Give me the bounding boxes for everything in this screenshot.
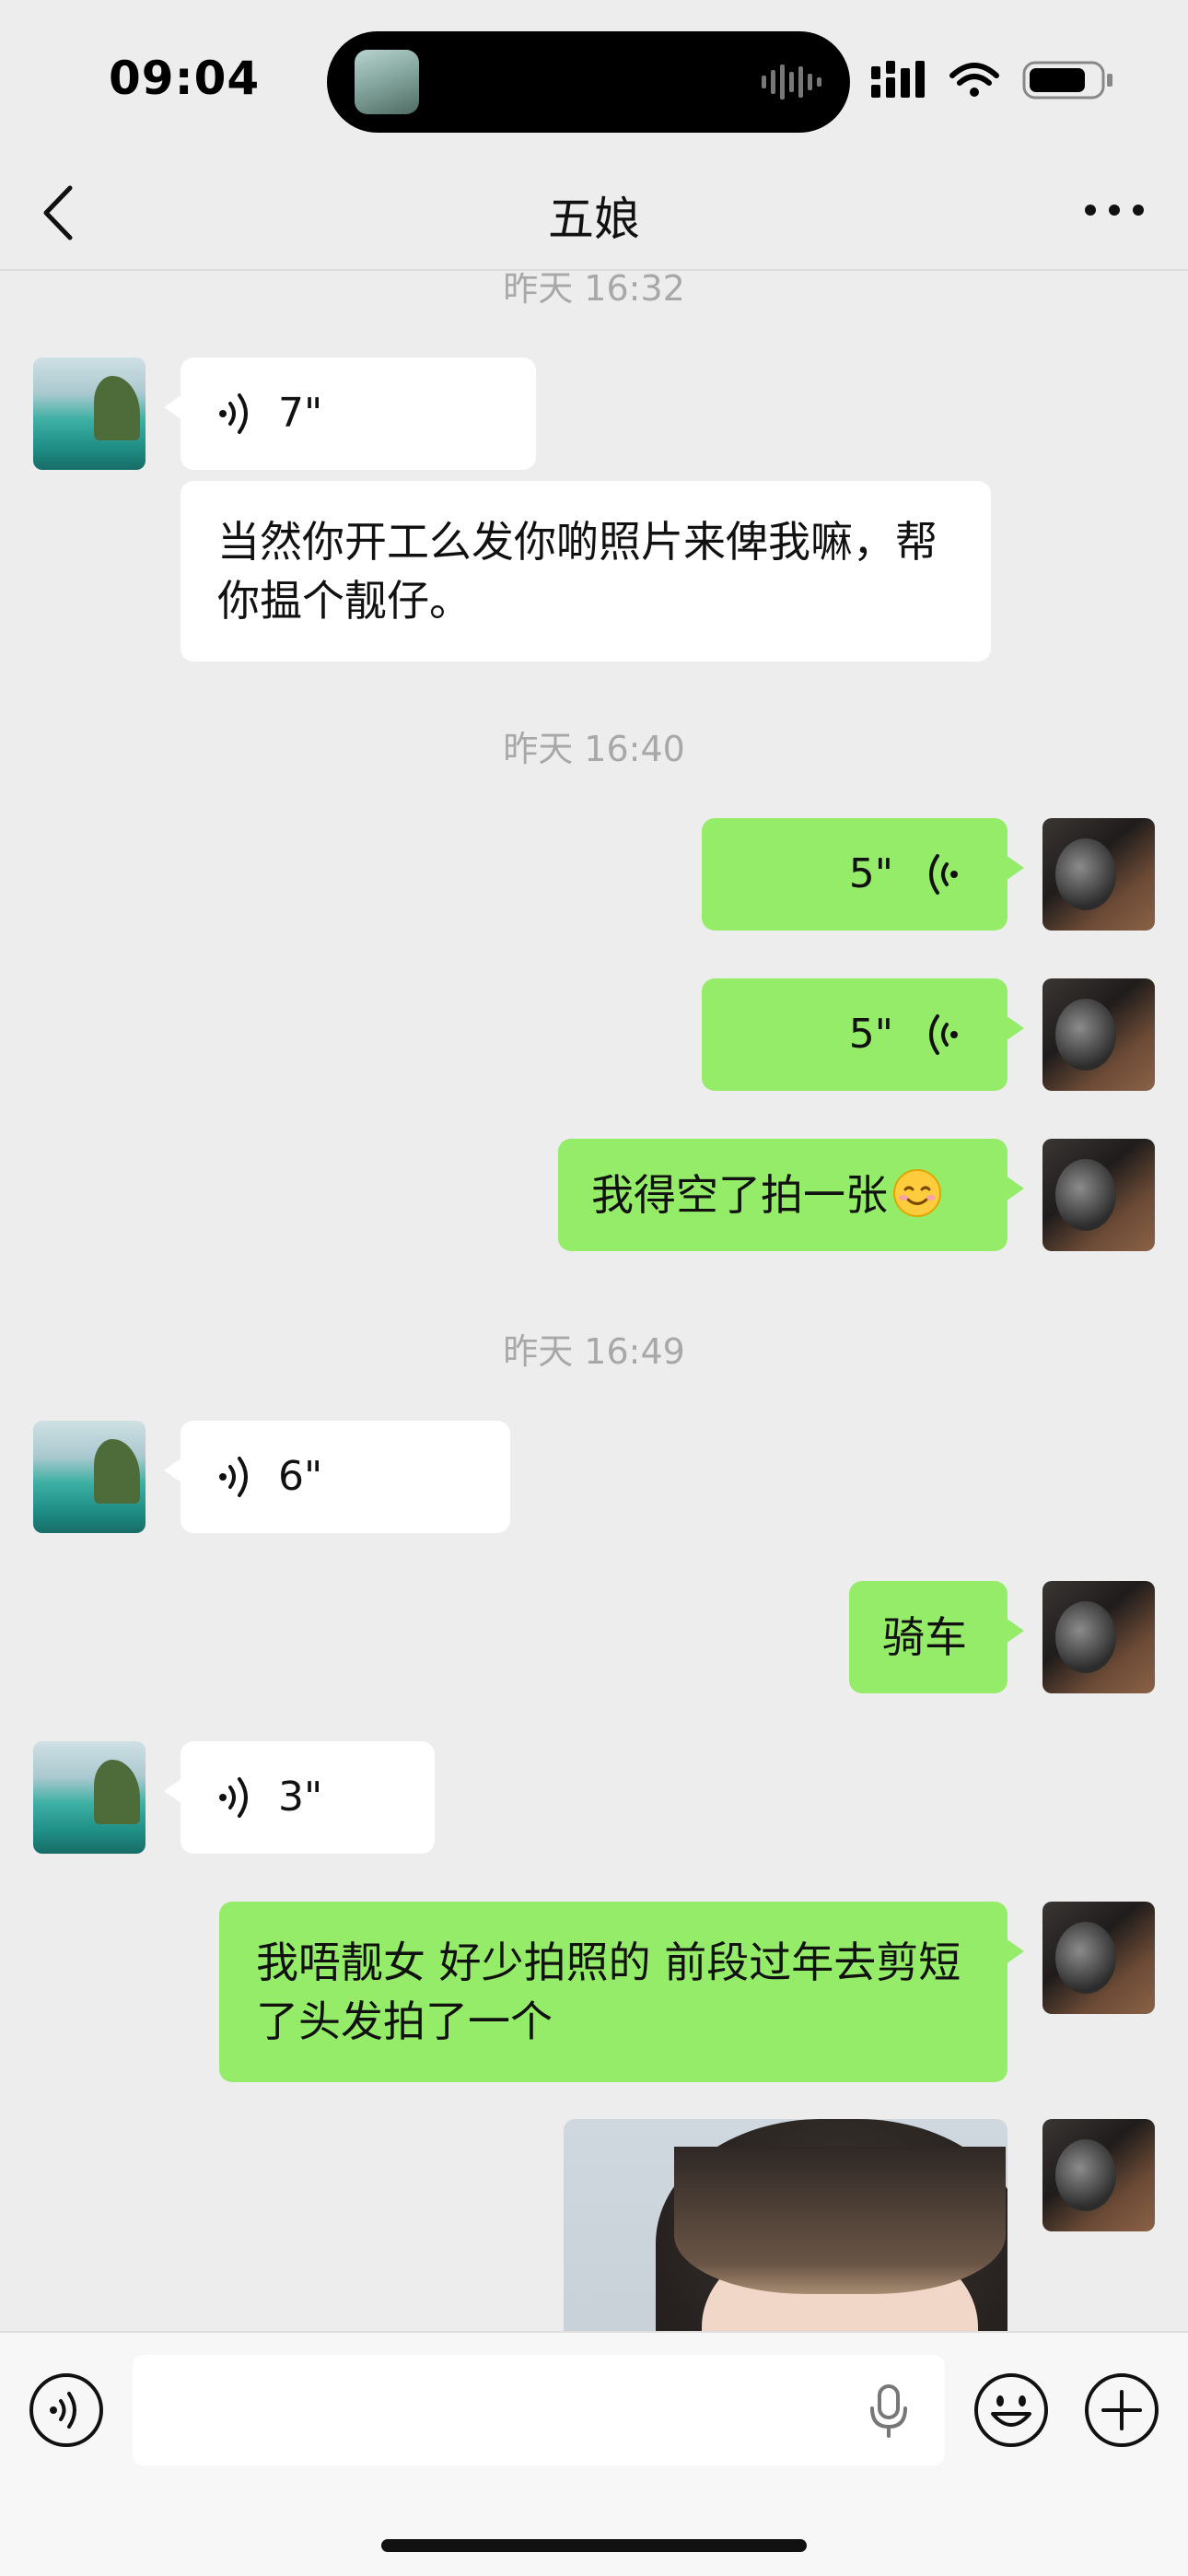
voice-message-bubble[interactable]: 7": [164, 357, 536, 470]
image-message[interactable]: [564, 2119, 1007, 2331]
timestamp: 昨天 16:40: [503, 729, 685, 769]
voice-play-icon: [219, 393, 248, 434]
contact-avatar[interactable]: [33, 1421, 146, 1533]
timestamp: 昨天 16:32: [503, 273, 685, 309]
voice-message-bubble[interactable]: 3": [164, 1741, 435, 1854]
message-text: 我得空了拍一张: [591, 1170, 888, 1220]
voice-message-bubble[interactable]: 5": [702, 978, 1024, 1091]
status-time: 09:04: [109, 52, 261, 105]
voice-play-icon: [929, 1014, 958, 1055]
voice-duration: 7": [278, 390, 323, 437]
dynamic-island[interactable]: [327, 31, 850, 133]
status-bar: 09:04: [0, 0, 1188, 157]
emoji-icon[interactable]: [973, 2371, 1050, 2449]
voice-message-bubble[interactable]: 5": [702, 818, 1024, 931]
my-avatar[interactable]: [1042, 818, 1155, 931]
voice-duration: 5": [848, 850, 893, 897]
my-avatar[interactable]: [1042, 1581, 1155, 1693]
now-playing-thumbnail: [355, 50, 419, 114]
timestamp: 昨天 16:49: [503, 1331, 685, 1372]
battery-icon: [1022, 61, 1112, 100]
contact-avatar[interactable]: [33, 1741, 146, 1854]
voice-message-bubble[interactable]: 6": [164, 1421, 510, 1533]
home-indicator[interactable]: [381, 2539, 807, 2552]
my-avatar[interactable]: [1042, 1139, 1155, 1251]
audio-wave-icon: [762, 64, 821, 100]
voice-duration: 3": [278, 1774, 323, 1821]
status-indicators: [871, 61, 1112, 100]
mic-icon[interactable]: [866, 2383, 912, 2438]
message-text: 我唔靓女 好少拍照的 前段过年去剪短了头发拍了一个: [256, 1938, 961, 2046]
voice-play-icon: [219, 1777, 248, 1818]
contact-avatar[interactable]: [33, 357, 146, 470]
voice-duration: 5": [848, 1011, 893, 1058]
message-input[interactable]: [133, 2355, 945, 2465]
text-message-bubble[interactable]: 我得空了拍一张: [558, 1139, 1024, 1251]
my-avatar[interactable]: [1042, 2119, 1155, 2231]
text-message-bubble[interactable]: 当然你开工么发你啲照片来俾我嘛，帮你揾个靓仔。: [181, 481, 991, 662]
voice-play-icon: [219, 1457, 248, 1497]
my-avatar[interactable]: [1042, 1902, 1155, 2014]
voice-play-icon: [929, 854, 958, 895]
chat-title: 五娘: [548, 193, 640, 246]
chat-screen: 09:04 五娘 昨天 16:32 7" 当然你开工么发你啲照片来俾我嘛，帮你揾…: [0, 0, 1188, 2576]
more-options-icon[interactable]: [1077, 182, 1151, 238]
plus-icon[interactable]: [1083, 2371, 1160, 2449]
text-message-bubble[interactable]: 骑车: [849, 1581, 1024, 1693]
message-text: 骑车: [882, 1612, 967, 1662]
nav-bar: 五娘: [0, 157, 1188, 271]
message-text: 当然你开工么发你啲照片来俾我嘛，帮你揾个靓仔。: [217, 517, 938, 626]
my-avatar[interactable]: [1042, 978, 1155, 1091]
wifi-icon: [949, 63, 999, 97]
voice-mode-icon[interactable]: [28, 2371, 105, 2449]
smiling-face-icon: [893, 1169, 941, 1217]
message-list[interactable]: 昨天 16:32 7" 当然你开工么发你啲照片来俾我嘛，帮你揾个靓仔。 昨天 1…: [0, 273, 1188, 2331]
cellular-signal-icon: [871, 61, 925, 98]
text-message-bubble[interactable]: 我唔靓女 好少拍照的 前段过年去剪短了头发拍了一个: [219, 1902, 1024, 2082]
voice-duration: 6": [278, 1453, 323, 1500]
